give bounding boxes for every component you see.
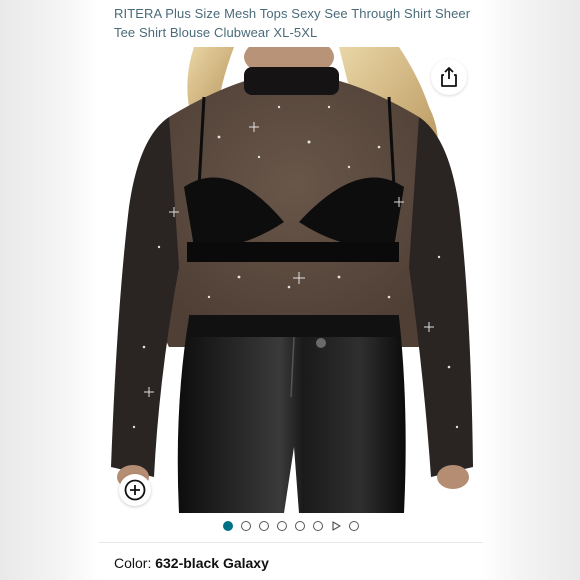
product-photo	[111, 47, 473, 513]
left-blur-band	[0, 0, 99, 580]
share-button[interactable]	[431, 59, 467, 95]
gallery-dot-6[interactable]	[313, 521, 323, 531]
share-icon	[441, 67, 457, 87]
screenshot-frame: RITERA Plus Size Mesh Tops Sexy See Thro…	[0, 0, 580, 580]
gallery-dot-2[interactable]	[241, 521, 251, 531]
play-icon	[332, 521, 341, 531]
product-title[interactable]: RITERA Plus Size Mesh Tops Sexy See Thro…	[114, 4, 474, 42]
gallery-video-dot[interactable]	[331, 521, 341, 531]
right-blur-band	[481, 0, 580, 580]
color-value: 632-black Galaxy	[155, 555, 269, 571]
color-label: Color:	[114, 555, 156, 571]
zoom-button[interactable]	[119, 474, 151, 506]
gallery-dot-3[interactable]	[259, 521, 269, 531]
section-divider	[99, 542, 483, 543]
gallery-dot-1[interactable]	[223, 521, 233, 531]
product-detail-panel: RITERA Plus Size Mesh Tops Sexy See Thro…	[99, 0, 483, 580]
color-selection: Color: 632-black Galaxy	[114, 555, 269, 571]
gallery-pagination	[99, 519, 483, 533]
gallery-dot-8[interactable]	[349, 521, 359, 531]
product-image[interactable]	[99, 47, 483, 513]
gallery-dot-4[interactable]	[277, 521, 287, 531]
gallery-dot-5[interactable]	[295, 521, 305, 531]
zoom-in-icon	[124, 479, 146, 501]
